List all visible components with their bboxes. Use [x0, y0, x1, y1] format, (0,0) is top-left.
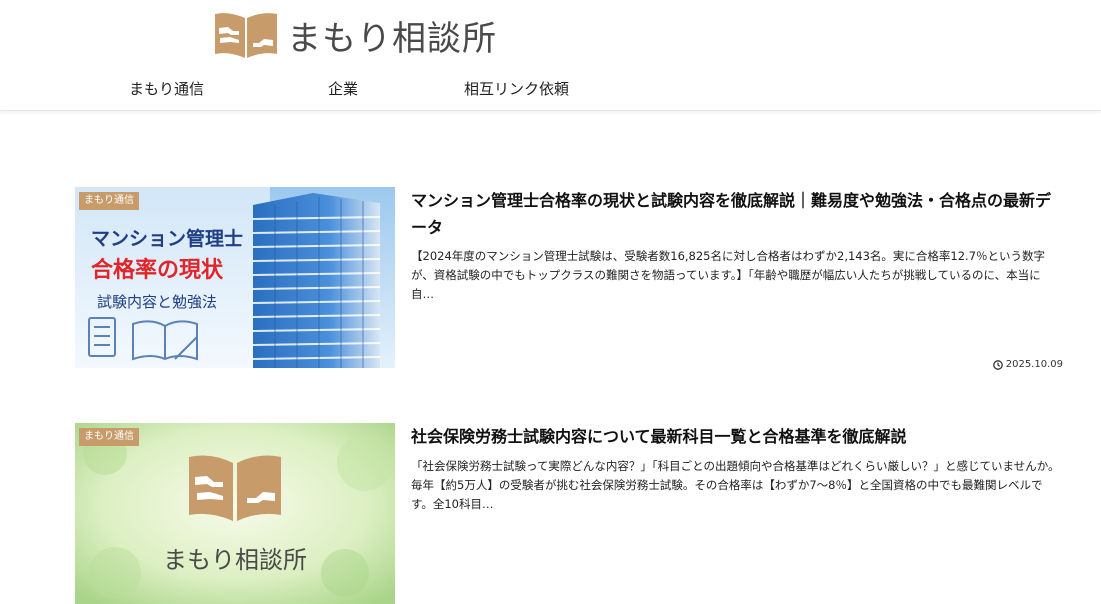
article-card[interactable]: マンション管理士 合格率の現状 試験内容と勉強法 まもり通信 マンション管理士合… — [75, 187, 1063, 370]
article-title[interactable]: マンション管理士合格率の現状と試験内容を徹底解説｜難易度や勉強法・合格点の最新デ… — [411, 187, 1063, 241]
book-hands-icon — [215, 13, 277, 59]
article-date: 2025.10.09 — [992, 359, 1063, 370]
article-excerpt: 【2024年度のマンション管理士試験は、受験者数16,825名に対し合格者はわず… — [411, 249, 1046, 301]
category-badge[interactable]: まもり通信 — [79, 428, 139, 446]
clock-icon — [992, 359, 1003, 370]
article-date-text: 2025.10.09 — [1005, 359, 1063, 370]
article-thumbnail-image: まもり相談所 — [75, 423, 395, 604]
site-logo[interactable]: まもり相談所 — [213, 9, 497, 61]
nav-item-companies[interactable]: 企業 — [328, 78, 358, 99]
thumb-title-line1: マンション管理士 — [91, 227, 243, 250]
category-badge[interactable]: まもり通信 — [79, 192, 139, 210]
nav-item-link-request[interactable]: 相互リンク依頼 — [464, 78, 569, 99]
article-card[interactable]: まもり相談所 まもり通信 社会保険労務士試験内容について最新科目一覧と合格基準を… — [75, 423, 1063, 604]
article-thumbnail[interactable]: マンション管理士 合格率の現状 試験内容と勉強法 まもり通信 — [75, 187, 395, 368]
site-logo-text: まもり相談所 — [287, 18, 497, 59]
nav-item-mamori-tsushin[interactable]: まもり通信 — [129, 78, 204, 99]
article-title[interactable]: 社会保険労務士試験内容について最新科目一覧と合格基準を徹底解説 — [411, 423, 1063, 450]
article-thumbnail[interactable]: まもり相談所 まもり通信 — [75, 423, 395, 604]
thumb-title-line3: 試験内容と勉強法 — [97, 293, 217, 311]
article-excerpt: 「社会保険労務士試験って実際どんな内容？」「科目ごとの出題傾向や合格基準はどれく… — [411, 459, 1060, 511]
site-header: まもり相談所 まもり通信 企業 相互リンク依頼 — [0, 0, 1101, 111]
thumb-title-line2: 合格率の現状 — [91, 257, 224, 283]
thumb-logo-text: まもり相談所 — [163, 546, 307, 574]
article-thumbnail-image: マンション管理士 合格率の現状 試験内容と勉強法 — [75, 187, 395, 368]
